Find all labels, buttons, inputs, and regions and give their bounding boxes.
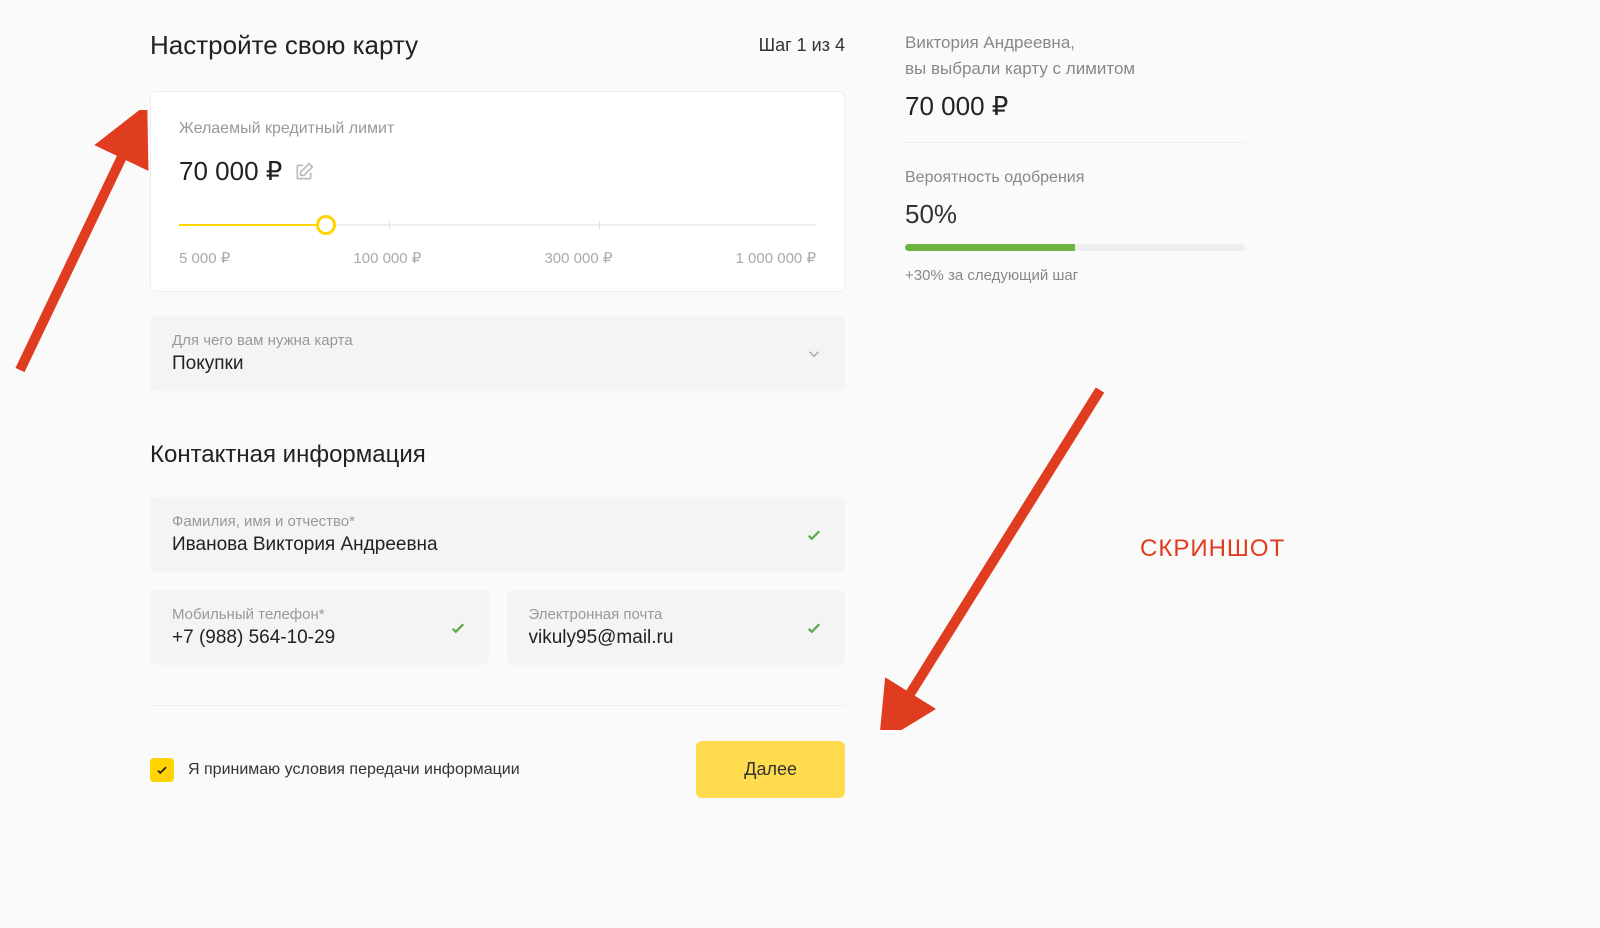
- limit-label: Желаемый кредитный лимит: [179, 120, 816, 138]
- slider-mark-max: 1 000 000 ₽: [736, 249, 816, 267]
- phone-label: Мобильный телефон*: [172, 606, 439, 623]
- annotation-label: СКРИНШОТ: [1140, 535, 1285, 563]
- approval-label: Вероятность одобрения: [905, 169, 1245, 187]
- summary-name: Виктория Андреевна,: [905, 30, 1245, 56]
- fullname-input[interactable]: [172, 534, 795, 556]
- email-field[interactable]: Электронная почта: [507, 590, 846, 665]
- slider-mark-2: 300 000 ₽: [544, 249, 612, 267]
- slider-thumb[interactable]: [316, 215, 336, 235]
- check-icon: [805, 619, 823, 637]
- agree-label[interactable]: Я принимаю условия передачи информации: [188, 761, 520, 779]
- divider: [150, 705, 845, 706]
- slider-scale: 5 000 ₽ 100 000 ₽ 300 000 ₽ 1 000 000 ₽: [179, 249, 816, 267]
- next-button[interactable]: Далее: [696, 741, 845, 798]
- page-title: Настройте свою карту: [150, 30, 418, 61]
- slider-mark-min: 5 000 ₽: [179, 249, 230, 267]
- limit-amount: 70 000 ₽: [179, 156, 282, 187]
- check-icon: [449, 619, 467, 637]
- approval-progress: [905, 244, 1245, 251]
- summary-text: вы выбрали карту с лимитом: [905, 56, 1245, 82]
- check-icon: [805, 526, 823, 544]
- phone-input[interactable]: [172, 627, 439, 649]
- fullname-label: Фамилия, имя и отчество*: [172, 513, 795, 530]
- contact-section-title: Контактная информация: [150, 441, 845, 469]
- purpose-select[interactable]: Для чего вам нужна карта Покупки: [150, 316, 845, 391]
- fullname-field[interactable]: Фамилия, имя и отчество*: [150, 497, 845, 572]
- email-label: Электронная почта: [529, 606, 796, 623]
- step-indicator: Шаг 1 из 4: [759, 35, 845, 56]
- approval-note: +30% за следующий шаг: [905, 267, 1245, 284]
- summary-sidebar: Виктория Андреевна, вы выбрали карту с л…: [905, 30, 1245, 798]
- approval-value: 50%: [905, 199, 1245, 230]
- slider-mark-1: 100 000 ₽: [353, 249, 421, 267]
- divider: [905, 142, 1245, 143]
- email-input[interactable]: [529, 627, 796, 649]
- credit-limit-card: Желаемый кредитный лимит 70 000 ₽ 5 000 …: [150, 91, 845, 292]
- purpose-value: Покупки: [172, 353, 353, 375]
- edit-icon[interactable]: [294, 162, 314, 182]
- chevron-down-icon: [805, 345, 823, 363]
- limit-slider[interactable]: [179, 215, 816, 235]
- purpose-label: Для чего вам нужна карта: [172, 332, 353, 349]
- agree-checkbox[interactable]: [150, 758, 174, 782]
- summary-amount: 70 000 ₽: [905, 91, 1245, 122]
- phone-field[interactable]: Мобильный телефон*: [150, 590, 489, 665]
